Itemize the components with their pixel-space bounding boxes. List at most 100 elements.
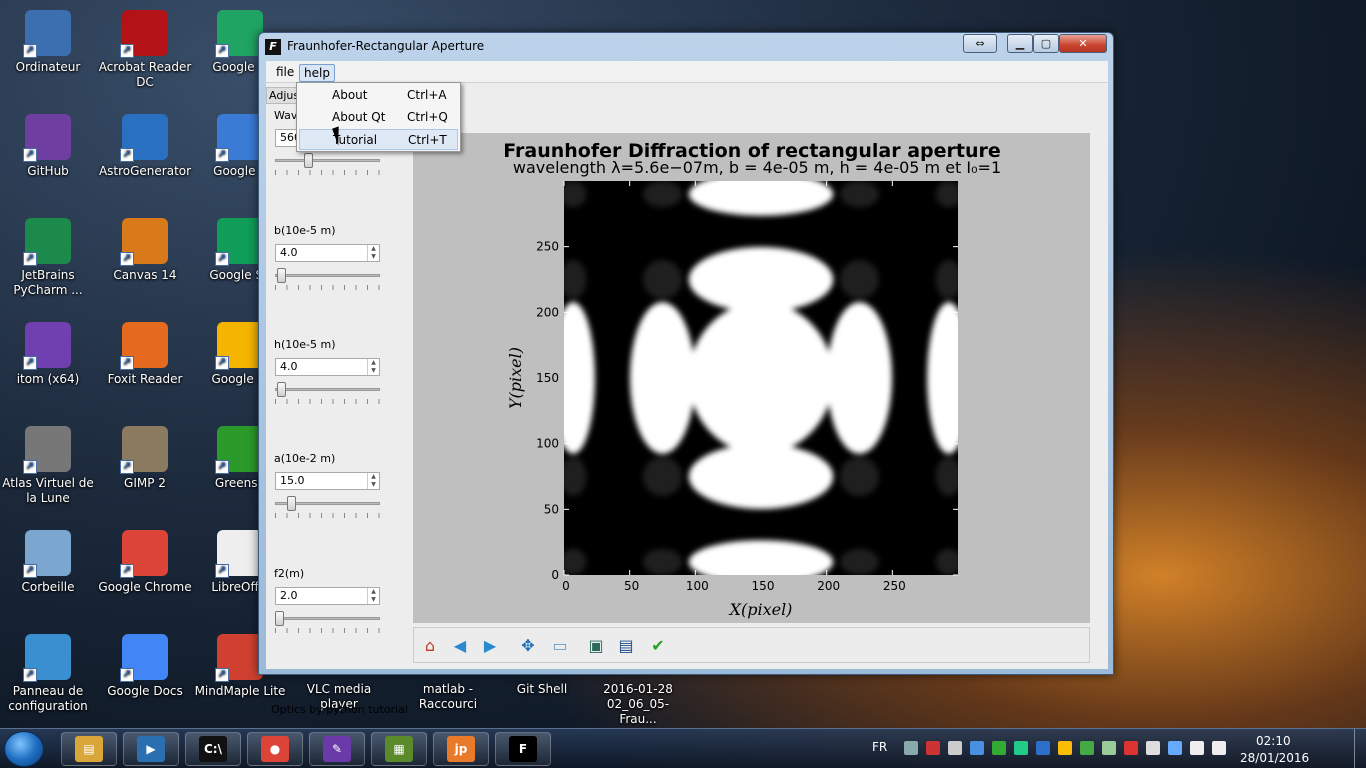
desktop-icon[interactable]: ↗ Ordinateur xyxy=(0,10,96,75)
tray-clipboard-icon[interactable] xyxy=(1146,741,1160,755)
taskbar-media-player-button[interactable]: ▶ xyxy=(123,732,179,766)
dropbox-icon[interactable] xyxy=(1036,741,1050,755)
desktop-icon[interactable]: ↗ itom (x64) xyxy=(0,322,96,387)
tray-sync-icon[interactable] xyxy=(1014,741,1028,755)
home-icon[interactable]: ⌂ xyxy=(418,634,442,658)
desktop-icon[interactable]: ↗ GIMP 2 xyxy=(97,426,193,491)
desktop-icon-label: GIMP 2 xyxy=(124,476,166,490)
signal-icon[interactable] xyxy=(1190,741,1204,755)
show-desktop-button[interactable] xyxy=(1354,729,1366,768)
resize-icon[interactable]: ⇔ xyxy=(963,34,997,53)
taskbar-fraunhofer-app-button[interactable]: F xyxy=(495,732,551,766)
menu-item-about[interactable]: About Ctrl+A xyxy=(299,85,458,106)
y-tick-label: 0 xyxy=(551,568,559,582)
shortcut-arrow-icon: ↗ xyxy=(215,148,229,162)
app-logo-icon: F xyxy=(265,39,281,55)
param-slider[interactable] xyxy=(275,153,380,175)
param-slider[interactable] xyxy=(275,611,380,633)
x-tick-label: 100 xyxy=(686,579,709,593)
slider-track xyxy=(275,617,380,620)
shortcut-icon: ↗ xyxy=(120,218,168,266)
taskbar-cmd-button[interactable]: C:\ xyxy=(185,732,241,766)
desktop-icon[interactable]: ↗ JetBrains PyCharm ... xyxy=(0,218,96,298)
slider-thumb[interactable] xyxy=(287,496,297,511)
desktop-icon-label[interactable]: matlab - Raccourci xyxy=(400,682,496,712)
param-spinbox[interactable]: 4.0 ▲ ▼ xyxy=(275,358,380,376)
taskbar-explorer-button[interactable]: ▤ xyxy=(61,732,117,766)
desktop-icon[interactable]: ↗ Foxit Reader xyxy=(97,322,193,387)
maximize-button[interactable]: ▢ xyxy=(1033,34,1059,53)
clock-date[interactable]: 28/01/2016 xyxy=(1240,751,1309,765)
slider-thumb[interactable] xyxy=(276,268,286,283)
desktop-icon[interactable]: ↗ Google Docs xyxy=(97,634,193,699)
param-slider[interactable] xyxy=(275,382,380,404)
desktop-icon[interactable]: ↗ Acrobat Reader DC xyxy=(97,10,193,90)
desktop-icon[interactable]: ↗ Corbeille xyxy=(0,530,96,595)
tray-mail-icon[interactable] xyxy=(1102,741,1116,755)
spin-arrows-icon[interactable]: ▲▼ xyxy=(367,359,379,375)
calendar-icon[interactable] xyxy=(948,741,962,755)
param-slider[interactable] xyxy=(275,268,380,290)
menu-item-about-qt[interactable]: About Qt Ctrl+Q xyxy=(299,107,458,128)
shortcut-icon: ↗ xyxy=(215,426,263,474)
forward-arrow-icon[interactable]: ▶ xyxy=(478,634,502,658)
param-slider[interactable] xyxy=(275,496,380,518)
x-tick-label: 200 xyxy=(817,579,840,593)
desktop-icon[interactable]: ↗ Google Chrome xyxy=(97,530,193,595)
taskbar-jupyter-button[interactable]: jp xyxy=(433,732,489,766)
desktop-icon-label: Foxit Reader xyxy=(107,372,183,386)
spin-arrows-icon[interactable]: ▲▼ xyxy=(367,588,379,604)
desktop-icon[interactable]: ↗ Canvas 14 xyxy=(97,218,193,283)
desktop-icon[interactable]: ↗ Panneau de configuration xyxy=(0,634,96,714)
desktop-icon[interactable]: ↗ AstroGenerator xyxy=(97,114,193,179)
network-icon[interactable] xyxy=(1168,741,1182,755)
close-button[interactable]: ✕ xyxy=(1059,34,1107,53)
tray-check-icon[interactable] xyxy=(992,741,1006,755)
title-bar[interactable]: F Fraunhofer-Rectangular Aperture ⇔ ▁ ▢ … xyxy=(259,33,1113,61)
gmail-icon[interactable] xyxy=(926,741,940,755)
tray-green-icon[interactable] xyxy=(1080,741,1094,755)
language-indicator[interactable]: FR xyxy=(872,740,887,754)
menu-item-tutorial[interactable]: Tutorial Ctrl+T xyxy=(299,129,458,150)
back-arrow-icon[interactable]: ◀ xyxy=(448,634,472,658)
clock-time[interactable]: 02:10 xyxy=(1256,734,1291,748)
param-spinbox[interactable]: 2.0 ▲ ▼ xyxy=(275,587,380,605)
zoom-icon[interactable]: ▭ xyxy=(548,634,572,658)
desktop-icon[interactable]: ↗ Atlas Virtuel de la Lune xyxy=(0,426,96,506)
pan-icon[interactable]: ✥ xyxy=(516,634,540,658)
desktop-icon-label[interactable]: Git Shell xyxy=(494,682,590,697)
spin-arrows-icon[interactable]: ▲▼ xyxy=(367,473,379,489)
tray-app-icon[interactable] xyxy=(904,741,918,755)
footer-text: Optics by python tutorial xyxy=(271,703,408,716)
slider-thumb[interactable] xyxy=(276,382,286,397)
plot-toolbar: ⌂ ◀ ▶ ✥ ▭ ▣ ▤ ✔ xyxy=(413,627,1090,663)
start-button[interactable] xyxy=(4,731,44,767)
desktop-icon-label[interactable]: 2016-01-28 02_06_05-Frau... xyxy=(590,682,686,727)
slider-ticks xyxy=(275,170,380,175)
shortcut-arrow-icon: ↗ xyxy=(23,564,37,578)
param-spinbox[interactable]: 15.0 ▲ ▼ xyxy=(275,472,380,490)
subplots-icon[interactable]: ▣ xyxy=(584,634,608,658)
slider-thumb[interactable] xyxy=(303,153,313,168)
menu-help[interactable]: help xyxy=(299,64,335,82)
param-label: h(10e-5 m) xyxy=(274,338,336,351)
save-icon[interactable]: ▤ xyxy=(614,634,638,658)
tray-alert-icon[interactable] xyxy=(1124,741,1138,755)
param-spinbox[interactable]: 4.0 ▲ ▼ xyxy=(275,244,380,262)
checkmark-icon[interactable]: ✔ xyxy=(646,634,670,658)
taskbar-chrome-button[interactable]: ● xyxy=(247,732,303,766)
desktop-icon-label: Corbeille xyxy=(21,580,75,594)
intensity-lobe xyxy=(688,540,834,575)
slider-thumb[interactable] xyxy=(275,611,284,626)
taskbar-paint-button[interactable]: ✎ xyxy=(309,732,365,766)
taskbar-notepad-button[interactable]: ▦ xyxy=(371,732,427,766)
param-label: f2(m) xyxy=(274,567,305,580)
menu-file[interactable]: file xyxy=(272,64,298,80)
param-label: a(10e-2 m) xyxy=(274,452,336,465)
google-drive-icon[interactable] xyxy=(1058,741,1072,755)
minimize-button[interactable]: ▁ xyxy=(1007,34,1033,53)
windows-tray-icon[interactable] xyxy=(970,741,984,755)
desktop-icon[interactable]: ↗ GitHub xyxy=(0,114,96,179)
spin-arrows-icon[interactable]: ▲▼ xyxy=(367,245,379,261)
volume-icon[interactable] xyxy=(1212,741,1226,755)
